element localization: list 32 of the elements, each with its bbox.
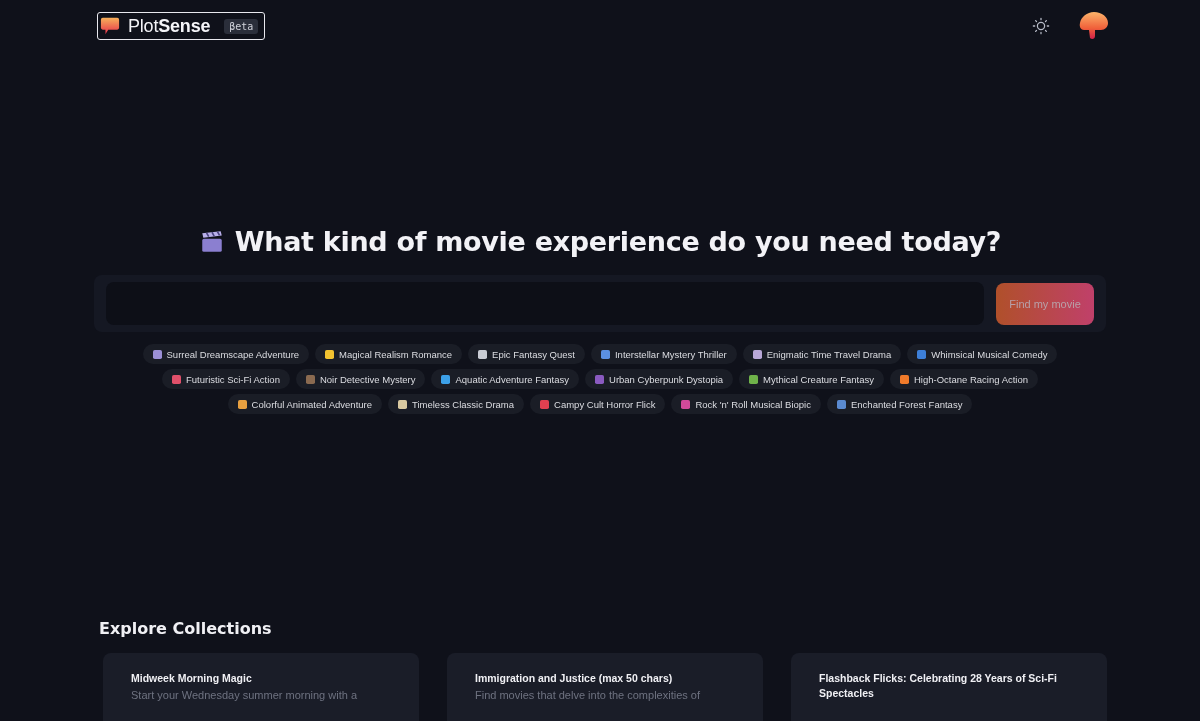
speech-bubble-icon: [100, 16, 120, 36]
suggestion-chip[interactable]: Urban Cyberpunk Dystopia: [585, 369, 734, 389]
section-heading: Explore Collections: [99, 619, 273, 638]
suggestion-chip[interactable]: Enchanted Forest Fantasy: [827, 394, 973, 414]
page-heading: What kind of movie experience do you need today?: [234, 226, 1002, 257]
suggestion-chip[interactable]: Colorful Animated Adventure: [227, 394, 382, 414]
suggestion-chip[interactable]: Mythical Creature Fantasy: [739, 369, 884, 389]
suggestion-chip[interactable]: Aquatic Adventure Fantasy: [431, 369, 580, 389]
card-description: Find movies that delve into the complexities of: [475, 689, 701, 702]
card-title: Immigration and Justice (max 50 chars): [475, 671, 674, 686]
suggestion-chip[interactable]: Noir Detective Mystery: [295, 369, 426, 389]
card-title: Flashback Flicks: Celebrating 28 Years of Sci-Fi Spectacles: [819, 671, 1058, 701]
suggestion-chip[interactable]: Futuristic Sci-Fi Action: [161, 369, 290, 389]
suggestion-chip[interactable]: Whimsical Musical Comedy: [907, 344, 1058, 364]
card-title: Midweek Morning Magic: [131, 671, 253, 686]
logo[interactable]: PlotSense βeta: [97, 12, 266, 40]
suggestion-chip[interactable]: Rock 'n' Roll Musical Biopic: [671, 394, 821, 414]
suggestion-chip[interactable]: Enigmatic Time Travel Drama: [742, 344, 902, 364]
collection-card[interactable]: Midweek Morning Magic Start your Wednesday summer morning with a: [103, 653, 419, 721]
sun-icon[interactable]: [1032, 17, 1050, 35]
suggestion-chip[interactable]: Epic Fantasy Quest: [468, 344, 585, 364]
suggestion-chip[interactable]: Surreal Dreamscape Adventure: [142, 344, 310, 364]
brand-name: PlotSense: [128, 15, 211, 37]
collection-card[interactable]: Immigration and Justice (max 50 chars) Find movies that delve into the complexities of: [447, 653, 763, 721]
suggestion-chip[interactable]: Timeless Classic Drama: [388, 394, 525, 414]
collection-card[interactable]: Flashback Flicks: Celebrating 28 Years of Sci-Fi Spectacles: [791, 653, 1107, 721]
suggestion-chip[interactable]: Interstellar Mystery Thriller: [590, 344, 737, 364]
suggestion-chip[interactable]: Magical Realism Romance: [315, 344, 463, 364]
beta-badge: βeta: [224, 18, 259, 34]
suggestion-chip[interactable]: Campy Cult Horror Flick: [530, 394, 666, 414]
card-description: Start your Wednesday summer morning with a: [131, 689, 358, 702]
suggestion-chip[interactable]: High-Octane Racing Action: [889, 369, 1039, 389]
